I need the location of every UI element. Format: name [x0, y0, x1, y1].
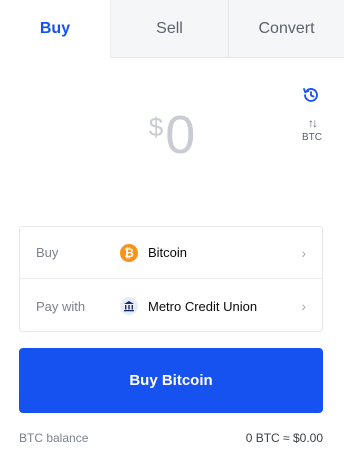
balance-row: BTC balance 0 BTC ≈ $0.00 — [19, 431, 323, 445]
pay-with-label: Pay with — [36, 298, 86, 314]
chevron-right-icon: › — [301, 298, 306, 314]
tab-convert[interactable]: Convert — [228, 0, 344, 58]
amount-display[interactable]: $0 — [0, 106, 344, 164]
swap-arrows-icon: ↑↓ — [308, 116, 318, 130]
payment-method-name: Metro Credit Union — [148, 298, 258, 314]
balance-label: BTC balance — [19, 431, 89, 445]
clock-history-icon[interactable] — [301, 85, 321, 105]
pay-with-row[interactable]: Pay with Metro Credit Union › — [20, 280, 322, 332]
bank-icon — [120, 297, 138, 315]
buy-bitcoin-button[interactable]: Buy Bitcoin — [19, 348, 323, 413]
buy-asset-row[interactable]: Buy ₿ Bitcoin › — [20, 227, 322, 279]
currency-swap-toggle[interactable]: ↑↓ BTC — [296, 116, 328, 143]
currency-symbol: $ — [148, 112, 164, 142]
swap-currency-label: BTC — [302, 132, 322, 143]
tab-buy[interactable]: Buy — [0, 0, 110, 58]
order-details-card: Buy ₿ Bitcoin › Pay with Metro Credit Un… — [19, 226, 323, 332]
bitcoin-icon: ₿ — [120, 243, 138, 262]
chevron-right-icon: › — [301, 244, 306, 261]
tab-sell[interactable]: Sell — [110, 0, 228, 58]
tab-bar: Buy Sell Convert — [0, 0, 344, 58]
buy-label: Buy — [36, 245, 59, 260]
amount-value: 0 — [165, 105, 196, 165]
balance-value: 0 BTC ≈ $0.00 — [245, 431, 323, 445]
asset-name: Bitcoin — [148, 245, 188, 260]
